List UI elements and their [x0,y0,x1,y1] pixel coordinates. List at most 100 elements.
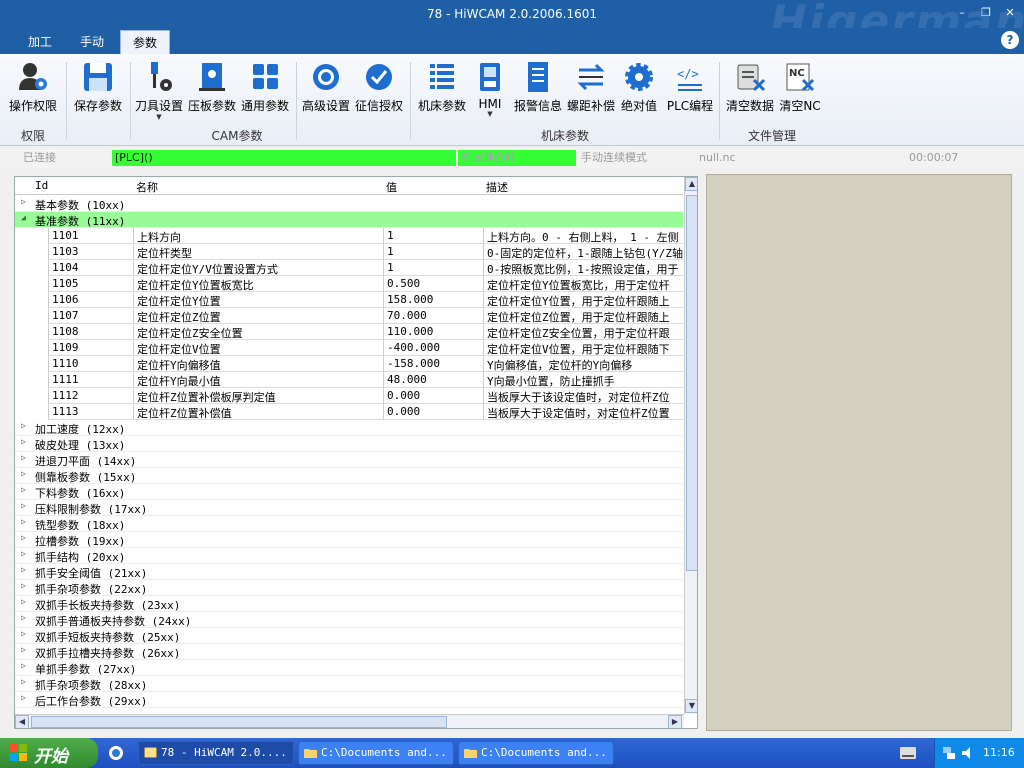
param-value[interactable]: 110.000 [383,324,483,340]
expand-icon[interactable]: ▷ [21,453,26,462]
table-row[interactable]: 1110 定位杆Y向偏移值 -158.000 Y向偏移值，定位杆的Y向偏移 [15,356,683,372]
keyboard-icon[interactable] [900,747,916,759]
help-icon[interactable]: ? [1001,31,1019,49]
expand-icon[interactable]: ▷ [21,629,26,638]
table-row[interactable]: 1107 定位杆定位Z位置 70.000 定位杆定位Z位置，用于定位杆跟随上 [15,308,683,324]
advanced-settings-button[interactable]: 高级设置 [300,60,352,122]
column-header-id[interactable]: Id [35,179,48,192]
restore-button[interactable]: ❐ [977,5,995,21]
hmi-button[interactable]: HMI ▼ [472,60,508,122]
pitch-comp-button[interactable]: 螺距补偿 [565,60,617,122]
table-row[interactable]: 1103 定位杆类型 1 0-固定的定位杆，1-跟随上钻包(Y/Z轴 [15,244,683,260]
group-row[interactable]: ▷ 双抓手长板夹持参数 (23xx) [15,596,683,612]
group-row[interactable]: ▷ 抓手结构 (20xx) [15,548,683,564]
expand-icon[interactable]: ▷ [21,693,26,702]
taskbar-item-folder[interactable]: C:\Documents and... [458,741,614,765]
taskbar-item-folder[interactable]: C:\Documents and... [298,741,454,765]
authorization-button[interactable]: 征信授权 [353,60,405,122]
vertical-scroll-thumb[interactable] [686,195,697,571]
param-value[interactable]: 0.000 [383,404,483,420]
group-row[interactable]: ▷ 拉槽参数 (19xx) [15,532,683,548]
machine-params-button[interactable]: 机床参数 [416,60,468,122]
vertical-scrollbar[interactable]: ▲ ▼ [684,177,697,714]
group-row[interactable]: ▷ 抓手安全阈值 (21xx) [15,564,683,580]
expand-icon[interactable]: ▷ [21,421,26,430]
param-value[interactable]: 1 [383,244,483,260]
group-row[interactable]: ▷ 进退刀平面 (14xx) [15,452,683,468]
tab-manual[interactable]: 手动 [70,30,114,54]
general-params-button[interactable]: 通用参数 [239,60,291,122]
table-row[interactable]: 1104 定位杆定位Y/V位置设置方式 1 0-按照板宽比例，1-按照设定值，用于 [15,260,683,276]
expand-icon[interactable]: ▷ [21,485,26,494]
group-row[interactable]: ▷ 破皮处理 (13xx) [15,436,683,452]
param-value[interactable]: 0.500 [383,276,483,292]
minimize-button[interactable]: – [953,5,971,21]
column-header-value[interactable]: 值 [386,179,397,195]
table-row[interactable]: 1112 定位杆Z位置补偿板厚判定值 0.000 当板厚大于该设定值时，对定位杆Z位 [15,388,683,404]
permission-button[interactable]: 操作权限 [6,60,60,122]
save-params-button[interactable]: 保存参数 [72,60,124,122]
group-row[interactable]: ▷ 压料限制参数 (17xx) [15,500,683,516]
expand-icon[interactable]: ▷ [21,533,26,542]
group-row[interactable]: ▷ 抓手杂项参数 (28xx) [15,676,683,692]
expand-icon[interactable]: ▷ [21,613,26,622]
expand-icon[interactable]: ▷ [21,581,26,590]
scroll-down-icon[interactable]: ▼ [685,699,697,713]
table-row[interactable]: 1106 定位杆定位Y位置 158.000 定位杆定位Y位置，用于定位杆跟随上 [15,292,683,308]
network-icon[interactable] [941,745,957,761]
taskbar-item-hiwcam[interactable]: 78 - HiWCAM 2.0.... [138,741,294,765]
scroll-up-icon[interactable]: ▲ [685,177,697,191]
group-row[interactable]: ▷ 后工作台参数 (29xx) [15,692,683,708]
group-row[interactable]: ◢ 基准参数 (11xx) [15,212,683,228]
group-row[interactable]: ▷ 双抓手拉槽夹持参数 (26xx) [15,644,683,660]
expand-icon[interactable]: ▷ [21,645,26,654]
group-row[interactable]: ▷ 下料参数 (16xx) [15,484,683,500]
param-value[interactable]: -158.000 [383,356,483,372]
expand-icon[interactable]: ▷ [21,501,26,510]
table-row[interactable]: 1101 上料方向 1 上料方向。0 - 右侧上料， 1 - 左侧 [15,228,683,244]
expand-icon[interactable]: ▷ [21,437,26,446]
plc-programming-button[interactable]: </> PLC编程 [666,60,714,122]
clamp-params-button[interactable]: 压板参数 [186,60,238,122]
group-row[interactable]: ▷ 铣型参数 (18xx) [15,516,683,532]
expand-icon[interactable]: ▷ [21,597,26,606]
horizontal-scrollbar[interactable]: ◀ ▶ [15,714,684,728]
expand-icon[interactable]: ▷ [21,677,26,686]
param-value[interactable]: -400.000 [383,340,483,356]
expand-icon[interactable]: ▷ [21,197,26,206]
group-row[interactable]: ▷ 双抓手短板夹持参数 (25xx) [15,628,683,644]
absolute-value-button[interactable]: 绝对值 [618,60,660,122]
group-row[interactable]: ▷ 单抓手参数 (27xx) [15,660,683,676]
expand-icon[interactable]: ▷ [21,517,26,526]
table-row[interactable]: 1111 定位杆Y向最小值 48.000 Y向最小位置，防止撞抓手 [15,372,683,388]
column-header-desc[interactable]: 描述 [486,179,508,195]
param-value[interactable]: 48.000 [383,372,483,388]
tool-settings-button[interactable]: 刀具设置 ▼ [134,60,184,122]
group-row[interactable]: ▷ 双抓手普通板夹持参数 (24xx) [15,612,683,628]
param-value[interactable]: 0.000 [383,388,483,404]
table-row[interactable]: 1109 定位杆定位V位置 -400.000 定位杆定位V位置，用于定位杆跟随下 [15,340,683,356]
clear-data-button[interactable]: 清空数据 [724,60,776,122]
group-row[interactable]: ▷ 基本参数 (10xx) [15,196,683,212]
scroll-right-icon[interactable]: ▶ [668,715,682,728]
group-row[interactable]: ▷ 加工速度 (12xx) [15,420,683,436]
tab-machining[interactable]: 加工 [18,30,62,54]
group-row[interactable]: ▷ 侧靠板参数 (15xx) [15,468,683,484]
param-value[interactable]: 70.000 [383,308,483,324]
collapse-icon[interactable]: ◢ [21,213,26,222]
quick-launch-icon[interactable] [108,745,124,761]
expand-icon[interactable]: ▷ [21,469,26,478]
volume-icon[interactable] [960,745,976,761]
column-header-name[interactable]: 名称 [136,179,158,195]
clear-nc-button[interactable]: NC 清空NC [778,60,822,122]
scroll-left-icon[interactable]: ◀ [15,715,29,728]
start-button[interactable]: 开始 [0,738,98,768]
table-row[interactable]: 1105 定位杆定位Y位置板宽比 0.500 定位杆定位Y位置板宽比，用于定位杆 [15,276,683,292]
table-row[interactable]: 1108 定位杆定位Z安全位置 110.000 定位杆定位Z安全位置，用于定位杆跟 [15,324,683,340]
tab-parameters[interactable]: 参数 [120,30,170,54]
group-row[interactable]: ▷ 抓手杂项参数 (22xx) [15,580,683,596]
expand-icon[interactable]: ▷ [21,565,26,574]
horizontal-scroll-thumb[interactable] [31,716,447,728]
alarm-info-button[interactable]: 报警信息 [512,60,564,122]
param-value[interactable]: 158.000 [383,292,483,308]
